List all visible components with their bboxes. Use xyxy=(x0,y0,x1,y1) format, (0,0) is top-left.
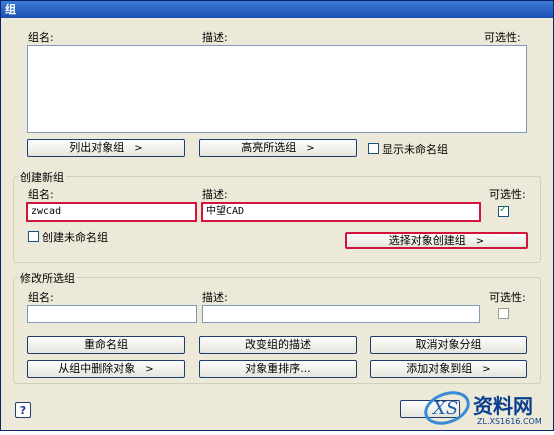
dialog-title: 组 xyxy=(1,1,553,18)
create-group-title: 创建新组 xyxy=(18,169,66,185)
modify-name-label: 组名: xyxy=(28,291,54,304)
modify-name-input[interactable] xyxy=(27,305,197,323)
arrow-right-icon: > xyxy=(306,143,315,154)
rename-group-button[interactable]: 重命名组 xyxy=(27,336,185,354)
modify-description-label: 描述: xyxy=(202,291,228,304)
highlight-group-label: 高亮所选组 xyxy=(241,141,297,154)
ungroup-label: 取消对象分组 xyxy=(415,338,482,351)
create-description-label: 描述: xyxy=(202,188,228,201)
column-header-selectable: 可选性: xyxy=(484,31,521,44)
modify-selectable-checkbox[interactable] xyxy=(498,308,509,319)
list-groups-button[interactable]: 列出对象组 > xyxy=(27,139,185,157)
create-name-label: 组名: xyxy=(28,188,54,201)
create-selectable-label: 可选性: xyxy=(489,188,526,201)
arrow-right-icon: > xyxy=(145,364,154,375)
show-unnamed-label: 显示未命名组 xyxy=(382,143,448,156)
change-description-label: 改变组的描述 xyxy=(245,338,311,351)
add-to-group-label: 添加对象到组 xyxy=(406,362,473,375)
column-header-name: 组名: xyxy=(28,31,54,44)
modify-description-input[interactable] xyxy=(202,305,480,323)
help-button[interactable]: ? xyxy=(15,402,31,418)
create-selectable-checkbox[interactable] xyxy=(498,204,509,217)
svg-text:XS: XS xyxy=(431,398,458,419)
modify-selectable-label: 可选性: xyxy=(489,291,526,304)
rename-group-label: 重命名组 xyxy=(84,338,128,351)
column-header-description: 描述: xyxy=(202,31,228,44)
arrow-right-icon: > xyxy=(475,236,485,247)
show-unnamed-checkbox[interactable] xyxy=(368,143,379,154)
create-unnamed-checkbox[interactable] xyxy=(28,231,39,242)
ungroup-button[interactable]: 取消对象分组 xyxy=(370,336,527,354)
group-name-input[interactable]: zwcad xyxy=(26,202,197,222)
watermark: XS 资料网 ZL.XS1616.COM xyxy=(421,384,554,432)
group-description-input[interactable]: 中望CAD xyxy=(201,202,481,222)
create-unnamed-label: 创建未命名组 xyxy=(42,231,108,244)
reorder-objects-button[interactable]: 对象重排序... xyxy=(199,360,357,378)
groups-dialog: 组 组名: 描述: 可选性: 列出对象组 > 高亮所选组 > 显示未命名组 创建新组… xyxy=(0,0,554,431)
modify-group-title: 修改所选组 xyxy=(18,270,77,286)
arrow-right-icon: > xyxy=(482,364,491,375)
group-list[interactable] xyxy=(27,45,527,133)
select-objects-create-label: 选择对象创建组 xyxy=(388,234,466,247)
list-groups-label: 列出对象组 xyxy=(69,141,125,154)
remove-from-group-label: 从组中删除对象 xyxy=(58,362,136,375)
watermark-url: ZL.XS1616.COM xyxy=(477,417,542,426)
select-objects-create-button[interactable]: 选择对象创建组 > xyxy=(345,232,528,249)
change-description-button[interactable]: 改变组的描述 xyxy=(199,336,357,354)
watermark-text: 资料网 xyxy=(473,394,533,418)
remove-from-group-button[interactable]: 从组中删除对象 > xyxy=(27,360,185,378)
add-to-group-button[interactable]: 添加对象到组 > xyxy=(370,360,527,378)
reorder-objects-label: 对象重排序... xyxy=(245,362,311,375)
highlight-group-button[interactable]: 高亮所选组 > xyxy=(199,139,357,157)
arrow-right-icon: > xyxy=(134,143,143,154)
